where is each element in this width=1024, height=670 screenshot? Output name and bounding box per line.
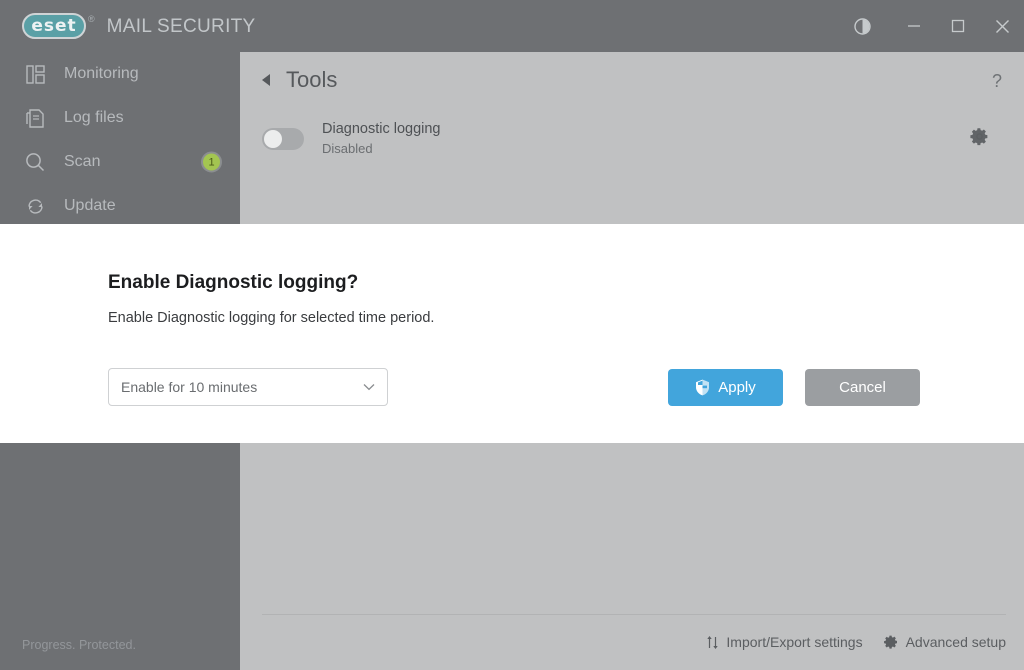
shield-icon xyxy=(695,379,710,396)
dialog-title: Enable Diagnostic logging? xyxy=(108,272,984,294)
search-icon xyxy=(22,149,48,175)
setting-state: Disabled xyxy=(322,140,441,158)
dialog-content: Enable Diagnostic logging? Enable Diagno… xyxy=(0,224,1024,443)
back-arrow-icon[interactable] xyxy=(262,74,272,86)
sidebar-item-label: Scan xyxy=(64,153,100,171)
eset-logo: eset xyxy=(22,13,86,39)
enable-diagnostic-logging-dialog: Enable Diagnostic logging? Enable Diagno… xyxy=(0,224,1024,443)
window-controls xyxy=(840,0,1024,52)
contrast-icon[interactable] xyxy=(840,0,884,52)
sidebar-item-label: Monitoring xyxy=(64,65,139,83)
diagnostic-logging-toggle[interactable] xyxy=(262,128,304,150)
dialog-controls: Enable for 10 minutes xyxy=(108,368,920,406)
document-icon xyxy=(22,105,48,131)
gear-icon[interactable] xyxy=(969,126,990,152)
import-export-settings-link[interactable]: Import/Export settings xyxy=(706,634,862,650)
cancel-button[interactable]: Cancel xyxy=(805,369,920,406)
chevron-down-icon xyxy=(363,383,375,391)
dialog-buttons: Apply Cancel xyxy=(668,369,920,406)
title-bar: eset ® MAIL SECURITY xyxy=(0,0,1024,52)
apply-button[interactable]: Apply xyxy=(668,369,783,406)
refresh-icon xyxy=(22,193,48,219)
dashboard-icon xyxy=(22,61,48,87)
apply-button-label: Apply xyxy=(718,379,756,396)
page-title: Tools xyxy=(286,67,337,93)
help-icon[interactable]: ? xyxy=(992,72,1002,90)
close-icon[interactable] xyxy=(980,0,1024,52)
cancel-button-label: Cancel xyxy=(839,379,886,396)
sidebar-item-label: Update xyxy=(64,197,116,215)
sidebar-item-scan[interactable]: Scan 1 xyxy=(0,140,240,184)
gear-icon xyxy=(883,634,899,650)
dialog-description: Enable Diagnostic logging for selected t… xyxy=(108,310,984,326)
setting-texts: Diagnostic logging Disabled xyxy=(322,120,441,157)
bottom-bar: Import/Export settings Advanced setup xyxy=(240,614,1024,670)
sidebar-item-log-files[interactable]: Log files xyxy=(0,96,240,140)
time-period-value: Enable for 10 minutes xyxy=(121,379,257,395)
diagnostic-logging-row: Diagnostic logging Disabled xyxy=(240,108,1024,170)
toggle-knob xyxy=(264,130,282,148)
brand: eset ® MAIL SECURITY xyxy=(22,13,256,39)
product-name: MAIL SECURITY xyxy=(107,16,256,38)
content-header: Tools ? xyxy=(240,52,1024,108)
sidebar-item-update[interactable]: Update xyxy=(0,184,240,228)
import-export-icon xyxy=(706,635,719,650)
registered-symbol: ® xyxy=(88,14,95,24)
eset-logo-text: eset xyxy=(31,18,76,35)
maximize-icon[interactable] xyxy=(936,0,980,52)
time-period-select[interactable]: Enable for 10 minutes xyxy=(108,368,388,406)
sidebar-item-monitoring[interactable]: Monitoring xyxy=(0,52,240,96)
app-window: eset ® MAIL SECURITY xyxy=(0,0,1024,670)
bottom-link-label: Advanced setup xyxy=(906,634,1006,650)
sidebar-item-label: Log files xyxy=(64,109,124,127)
minimize-icon[interactable] xyxy=(892,0,936,52)
bottom-link-label: Import/Export settings xyxy=(726,634,862,650)
setting-label: Diagnostic logging xyxy=(322,120,441,140)
advanced-setup-link[interactable]: Advanced setup xyxy=(883,634,1006,650)
status-badge: 1 xyxy=(201,152,222,173)
sidebar-tagline: Progress. Protected. xyxy=(22,638,136,652)
